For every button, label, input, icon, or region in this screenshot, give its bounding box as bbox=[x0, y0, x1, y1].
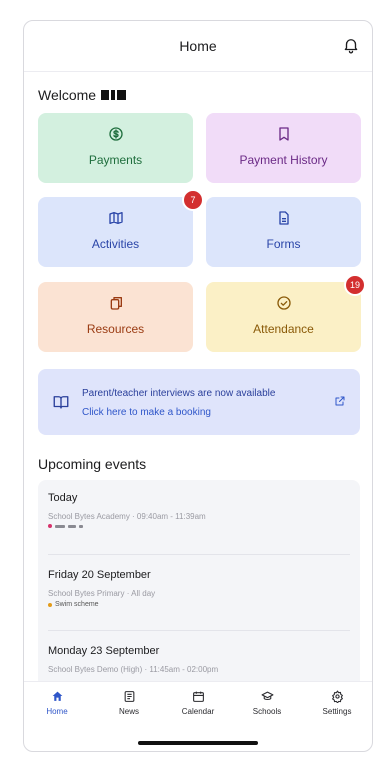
dollar-circle-icon bbox=[108, 127, 123, 141]
event-tag bbox=[48, 524, 350, 528]
copy-icon bbox=[110, 297, 122, 310]
tile-label: Payments bbox=[88, 153, 143, 167]
banner-message: Parent/teacher interviews are now availa… bbox=[82, 388, 276, 399]
bell-icon[interactable] bbox=[342, 36, 360, 54]
school-icon bbox=[261, 691, 273, 701]
bookmark-icon bbox=[278, 127, 289, 141]
tab-schools[interactable]: Schools bbox=[237, 690, 297, 716]
tab-calendar[interactable]: Calendar bbox=[168, 690, 228, 716]
tab-label: Home bbox=[46, 707, 68, 716]
tab-home[interactable]: Home bbox=[27, 690, 87, 716]
news-icon bbox=[124, 691, 134, 702]
page-title: Home bbox=[179, 38, 217, 54]
event-tag: Swim scheme bbox=[48, 601, 350, 608]
event-dot bbox=[48, 524, 52, 528]
payment-history-tile[interactable]: Payment History bbox=[206, 113, 361, 183]
payments-tile[interactable]: Payments bbox=[38, 113, 193, 183]
event-item[interactable]: Monday 23 September School Bytes Demo (H… bbox=[48, 645, 350, 674]
event-day: Today bbox=[48, 492, 78, 504]
calendar-icon bbox=[192, 691, 204, 702]
redacted-user-name bbox=[101, 90, 127, 100]
event-meta: School Bytes Primary · All day bbox=[48, 589, 156, 598]
tile-label: Forms bbox=[266, 237, 301, 251]
app-screen: Home Welcome Payments Payment History Ac… bbox=[23, 20, 373, 752]
redacted-text bbox=[68, 524, 76, 528]
bottom-tab-bar: Home News Calendar Schools Settings bbox=[24, 681, 372, 732]
home-indicator bbox=[138, 741, 258, 745]
document-icon bbox=[278, 211, 289, 225]
divider bbox=[48, 554, 350, 555]
welcome-label: Welcome bbox=[38, 87, 97, 103]
event-tag-label: Swim scheme bbox=[55, 601, 99, 608]
forms-tile[interactable]: Forms bbox=[206, 197, 361, 267]
activities-tile[interactable]: Activities bbox=[38, 197, 193, 267]
attendance-badge: 19 bbox=[344, 274, 366, 296]
welcome-greeting: Welcome bbox=[38, 87, 127, 103]
map-icon bbox=[108, 212, 123, 224]
tile-label: Payment History bbox=[239, 153, 328, 167]
tab-label: Settings bbox=[322, 707, 352, 716]
tab-settings[interactable]: Settings bbox=[307, 690, 367, 716]
activities-badge: 7 bbox=[182, 189, 204, 211]
event-item[interactable]: Friday 20 September School Bytes Primary… bbox=[48, 569, 350, 608]
open-book-icon bbox=[53, 396, 69, 409]
event-dot bbox=[48, 602, 52, 607]
tile-label: Attendance bbox=[253, 322, 314, 336]
tab-label: Schools bbox=[252, 707, 282, 716]
events-list[interactable]: Today School Bytes Academy · 09:40am - 1… bbox=[38, 480, 360, 690]
tab-label: Calendar bbox=[181, 707, 215, 716]
attendance-tile[interactable]: Attendance bbox=[206, 282, 361, 352]
booking-link[interactable]: Click here to make a booking bbox=[82, 407, 211, 418]
resources-tile[interactable]: Resources bbox=[38, 282, 193, 352]
tab-label: News bbox=[118, 707, 139, 716]
interviews-banner[interactable]: Parent/teacher interviews are now availa… bbox=[38, 369, 360, 435]
divider bbox=[48, 630, 350, 631]
event-day: Friday 20 September bbox=[48, 569, 151, 581]
upcoming-events-heading: Upcoming events bbox=[38, 456, 147, 472]
gear-icon bbox=[331, 690, 343, 703]
tab-news[interactable]: News bbox=[99, 690, 159, 716]
event-meta: School Bytes Demo (High) · 11:45am - 02:… bbox=[48, 665, 219, 674]
tile-label: Resources bbox=[86, 322, 145, 336]
event-item[interactable]: Today School Bytes Academy · 09:40am - 1… bbox=[48, 492, 350, 528]
check-circle-icon bbox=[276, 296, 291, 310]
event-meta: School Bytes Academy · 09:40am - 11:39am bbox=[48, 512, 206, 521]
redacted-text bbox=[55, 524, 65, 528]
top-bar: Home bbox=[24, 21, 372, 72]
external-link-icon[interactable] bbox=[334, 395, 346, 407]
redacted-text bbox=[79, 524, 83, 528]
event-day: Monday 23 September bbox=[48, 645, 160, 657]
tile-label: Activities bbox=[91, 237, 140, 251]
home-icon bbox=[52, 691, 62, 701]
